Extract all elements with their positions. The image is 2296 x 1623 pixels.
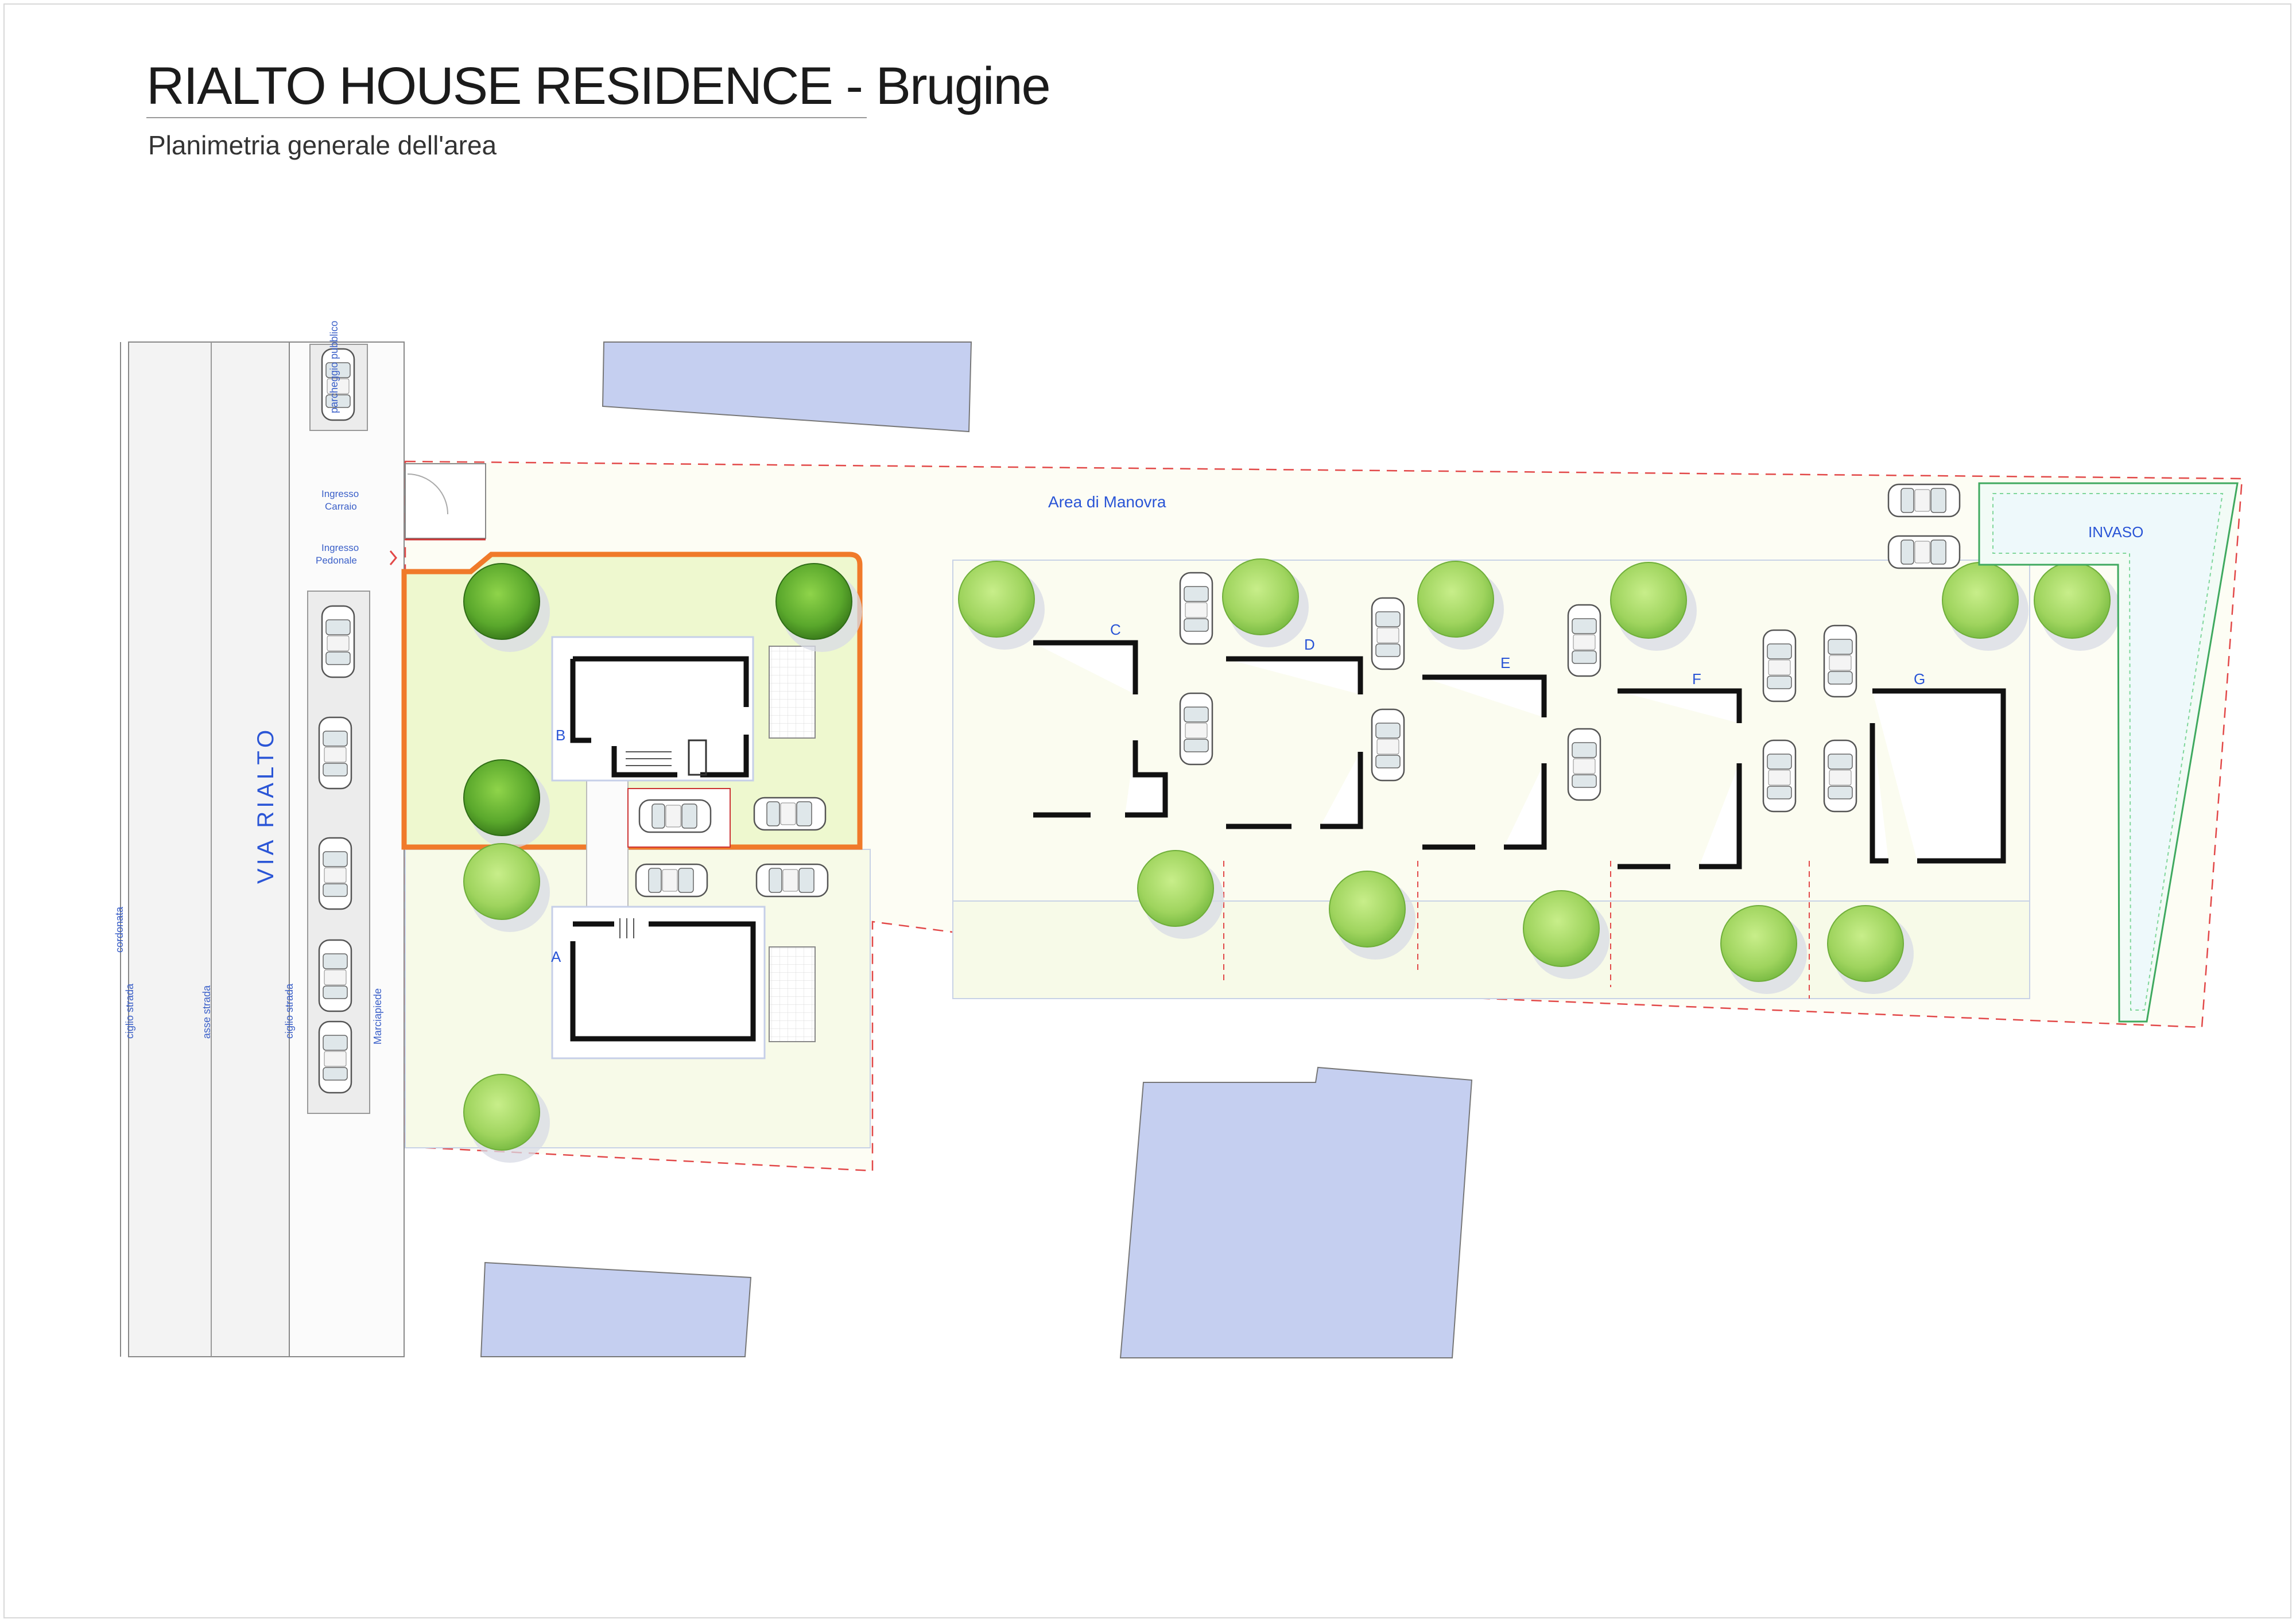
unit-label: G — [1914, 670, 1925, 688]
street-label-asse: asse strada — [201, 985, 212, 1039]
car-icon — [636, 864, 707, 896]
terrace — [769, 946, 816, 1042]
car-icon — [318, 939, 352, 1012]
parcheggio-label: parcheggio pubblico — [328, 321, 340, 413]
ingresso-pedonale-label: Ingresso — [321, 542, 359, 553]
car-icon — [1762, 629, 1797, 702]
car-icon — [318, 1020, 352, 1094]
car-icon — [1371, 708, 1405, 782]
invaso-label: INVASO — [2088, 523, 2143, 541]
car-icon — [1823, 624, 1857, 698]
unit-label: F — [1692, 670, 1701, 688]
street-label-cordonata: cordonata — [114, 906, 125, 953]
street-name: VIA RIALTO — [253, 727, 278, 884]
house-a — [551, 906, 766, 1059]
car-icon — [318, 837, 352, 910]
unit-label: E — [1500, 654, 1510, 671]
car-icon — [318, 716, 352, 790]
unit-label: D — [1304, 636, 1315, 653]
car-icon — [1762, 739, 1797, 813]
car-icon — [1567, 604, 1601, 677]
unit-label: C — [1110, 621, 1121, 638]
ingresso-carraio-label: Carraio — [325, 501, 357, 512]
car-icon — [1567, 728, 1601, 801]
neighbor-building — [602, 341, 972, 433]
house-b — [551, 636, 754, 782]
street-label-ciglio: ciglio strada — [284, 983, 295, 1039]
car-icon — [639, 800, 711, 832]
unit-label: B — [556, 727, 565, 744]
ingresso-pedonale-label: Pedonale — [316, 555, 357, 566]
car-icon — [1888, 536, 1960, 568]
car-icon — [321, 605, 355, 678]
car-icon — [757, 864, 828, 896]
unit-label: A — [551, 948, 561, 965]
car-icon — [1179, 572, 1213, 645]
car-icon — [1179, 692, 1213, 766]
ingresso-carraio-label: Ingresso — [321, 488, 359, 499]
street-label-ciglio: ciglio strada — [124, 983, 135, 1039]
neighbor-building — [480, 1261, 752, 1357]
area-manovra-label: Area di Manovra — [1048, 493, 1166, 511]
site-plan: B A C D E F G Area di Manovra INVASO VIA… — [114, 321, 2243, 1358]
terrace — [769, 646, 816, 739]
neighbor-building — [1119, 1066, 1473, 1358]
car-icon — [1888, 484, 1960, 517]
car-icon — [1823, 739, 1857, 813]
car-icon — [1371, 597, 1405, 670]
car-icon — [754, 798, 825, 830]
marciapiede-label: Marciapiede — [372, 988, 383, 1045]
